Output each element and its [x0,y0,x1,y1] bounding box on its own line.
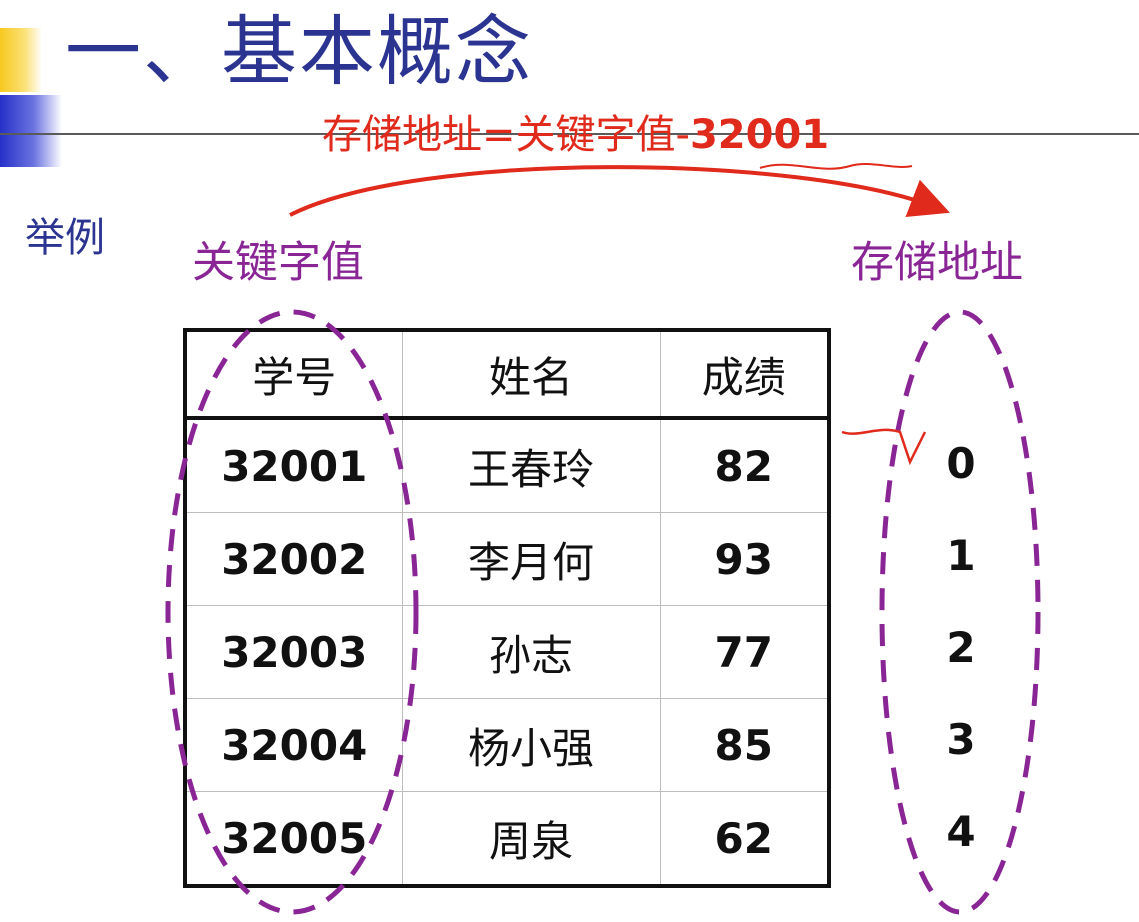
table-row: 32005 周泉 62 [185,791,830,887]
slide: 一、基本概念 存储地址=关键字值-32001 举例 关键字值 存储地址 学号 姓… [0,0,1139,922]
cell-student-id: 32001 [185,418,403,513]
header-score: 成绩 [660,330,830,420]
address-item: 0 [946,439,976,488]
cell-name: 孙志 [402,605,661,699]
cell-student-id: 32003 [185,605,403,699]
cell-student-id: 32004 [185,698,403,792]
decorative-bar-blue [0,95,62,167]
mapping-arrow [289,165,950,218]
address-item: 1 [946,531,976,580]
address-item: 3 [946,715,976,764]
storage-address-label: 存储地址 [851,238,1023,288]
handwritten-check-arrow [841,428,927,466]
formula-offset: 32001 [689,112,830,158]
cell-student-id: 32005 [185,791,403,887]
example-label: 举例 [25,215,105,261]
cell-score: 62 [660,791,830,887]
cell-name: 杨小强 [402,698,661,792]
table-header-row: 学号 姓名 成绩 [185,330,830,420]
address-formula: 存储地址=关键字值-32001 [322,109,829,161]
slide-title: 一、基本概念 [65,7,533,96]
table-row: 32003 孙志 77 [185,605,830,699]
cell-student-id: 32002 [185,512,403,606]
decorative-bar-yellow [0,28,42,92]
address-list: 0 1 2 3 4 [930,418,992,878]
handwritten-underline [759,163,913,170]
cell-name: 王春玲 [402,418,661,513]
address-item: 4 [946,807,976,856]
address-item: 2 [946,623,976,672]
cell-score: 77 [660,605,830,699]
table-row: 32001 王春玲 82 [185,418,830,513]
cell-name: 周泉 [402,791,661,887]
formula-text: 存储地址=关键字值- [322,112,690,158]
table-row: 32004 杨小强 85 [185,698,830,792]
cell-score: 82 [660,418,830,513]
header-student-id: 学号 [185,330,403,420]
header-name: 姓名 [402,330,661,420]
cell-name: 李月何 [402,512,661,606]
cell-score: 93 [660,512,830,606]
student-table: 学号 姓名 成绩 32001 王春玲 82 32002 李月何 93 32003… [183,328,831,888]
key-value-label: 关键字值 [192,238,364,288]
table-row: 32002 李月何 93 [185,512,830,606]
cell-score: 85 [660,698,830,792]
